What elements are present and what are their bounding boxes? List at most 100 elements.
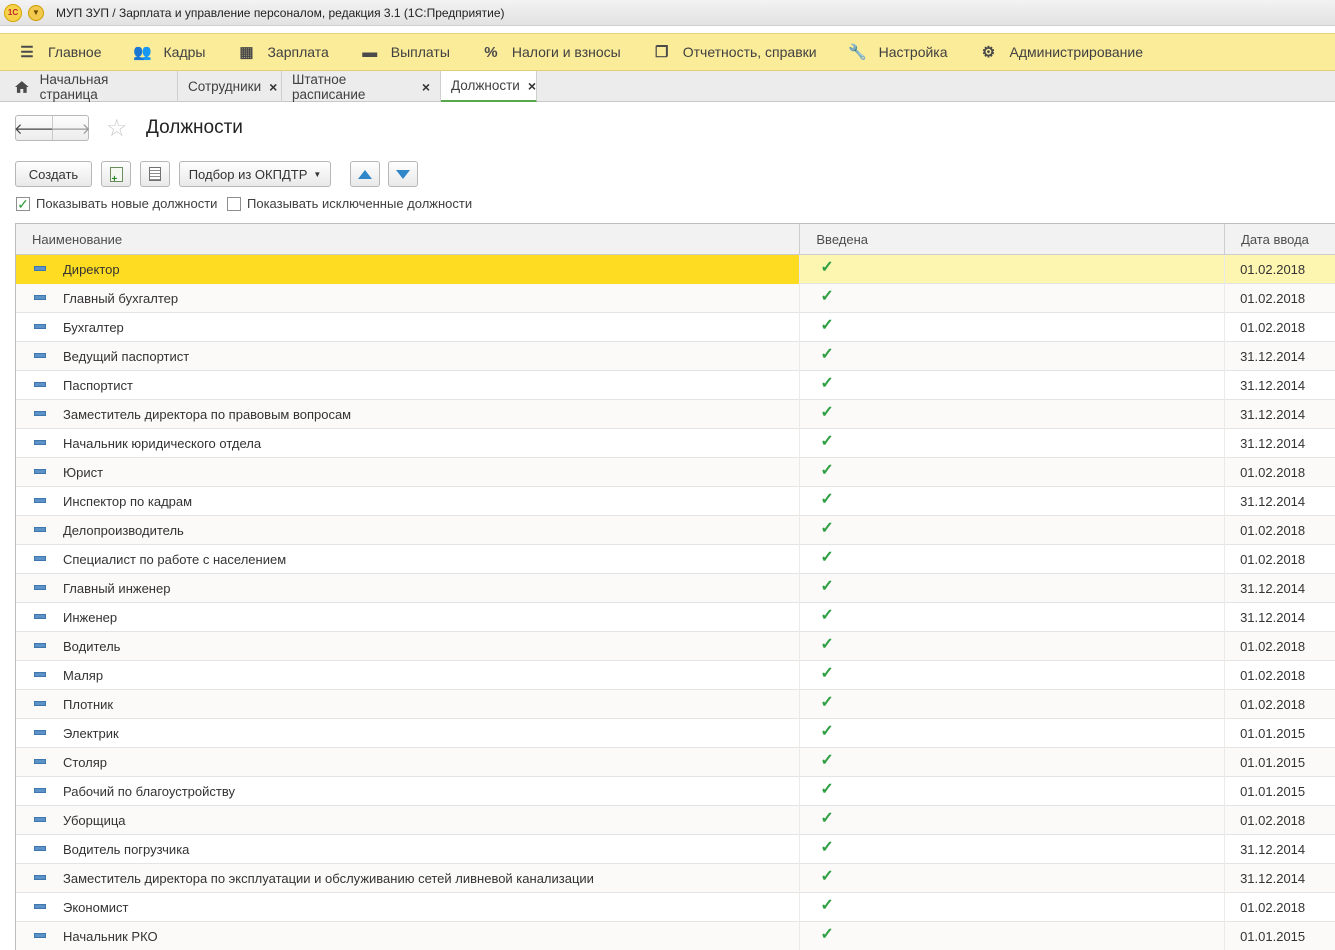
position-item-icon <box>34 526 46 532</box>
back-arrow-icon[interactable]: 🡐 <box>14 116 54 140</box>
table-row[interactable]: Экономист ✓ 01.02.2018 <box>16 893 1335 922</box>
table-row[interactable]: Инженер ✓ 31.12.2014 <box>16 603 1335 632</box>
table-row[interactable]: Плотник ✓ 01.02.2018 <box>16 690 1335 719</box>
table-row[interactable]: Маляр ✓ 01.02.2018 <box>16 661 1335 690</box>
table-row[interactable]: Главный бухгалтер ✓ 01.02.2018 <box>16 284 1335 313</box>
move-up-button[interactable] <box>350 161 380 187</box>
show-new-positions-checkbox[interactable]: ✓ Показывать новые должности <box>16 196 217 211</box>
copy-button[interactable] <box>101 161 131 187</box>
cell-name: Главный бухгалтер <box>16 284 801 313</box>
cell-introduced: ✓ <box>800 255 1226 284</box>
checkmark-icon: ✓ <box>820 664 834 682</box>
cell-date: 01.02.2018 <box>1240 639 1306 654</box>
table-row[interactable]: Главный инженер ✓ 31.12.2014 <box>16 574 1335 603</box>
pick-button-label: Подбор из ОКПДТР <box>188 166 308 182</box>
list-settings-button[interactable] <box>140 161 170 187</box>
tab-home[interactable]: Начальная страница <box>0 71 178 102</box>
cell-introduced: ✓ <box>800 313 1226 342</box>
app-logo-icon[interactable]: 1С <box>4 3 22 22</box>
table-row[interactable]: Паспортист ✓ 31.12.2014 <box>16 371 1335 400</box>
cell-date: 01.01.2015 <box>1240 929 1306 944</box>
checkmark-icon: ✓ <box>820 374 834 392</box>
close-icon[interactable]: × <box>269 79 277 95</box>
table-row[interactable]: Юрист ✓ 01.02.2018 <box>16 458 1335 487</box>
position-name: Главный бухгалтер <box>63 291 179 306</box>
table-row[interactable]: Водитель ✓ 01.02.2018 <box>16 632 1335 661</box>
cell-name: Заместитель директора по правовым вопрос… <box>16 400 801 429</box>
tab-staffing[interactable]: Штатное расписание × <box>282 71 441 102</box>
table-row[interactable]: Начальник РКО ✓ 01.01.2015 <box>16 922 1335 950</box>
cell-introduced: ✓ <box>800 574 1226 603</box>
main-menu-dropdown-icon[interactable]: ▼ <box>28 4 44 21</box>
table-row[interactable]: Директор ✓ 01.02.2018 <box>16 255 1335 284</box>
cell-name: Начальник РКО <box>16 922 801 950</box>
tab-positions[interactable]: Должности × <box>441 71 537 102</box>
position-item-icon <box>34 845 46 851</box>
section-taxes[interactable]: % Налоги и взносы <box>482 44 621 61</box>
checkmark-icon: ✓ <box>820 461 834 479</box>
checkbox-unchecked-icon[interactable] <box>227 196 241 211</box>
section-reports[interactable]: ❐ Отчетность, справки <box>653 44 817 61</box>
cell-introduced: ✓ <box>800 603 1226 632</box>
create-button[interactable]: Создать <box>15 161 92 187</box>
table-row[interactable]: Рабочий по благоустройству ✓ 01.01.2015 <box>16 777 1335 806</box>
cell-introduced: ✓ <box>800 400 1226 429</box>
cell-name: Водитель <box>16 632 801 661</box>
position-name: Специалист по работе с населением <box>63 552 287 567</box>
cell-name: Инженер <box>16 603 801 632</box>
cell-date: 01.02.2018 <box>1240 697 1306 712</box>
cell-name: Столяр <box>16 748 801 777</box>
cell-name: Делопроизводитель <box>16 516 801 545</box>
cell-date: 31.12.2014 <box>1240 378 1306 393</box>
section-hr[interactable]: 👥 Кадры <box>133 44 205 61</box>
close-icon[interactable]: × <box>528 78 536 94</box>
section-settings[interactable]: 🔧 Настройка <box>848 44 947 61</box>
cell-date: 31.12.2014 <box>1240 842 1306 857</box>
tab-employees[interactable]: Сотрудники × <box>178 71 282 102</box>
forward-arrow-icon[interactable]: 🡒 <box>50 116 91 140</box>
table-row[interactable]: Начальник юридического отдела ✓ 31.12.2014 <box>16 429 1335 458</box>
checkbox-checked-icon[interactable]: ✓ <box>16 196 30 211</box>
section-administration[interactable]: ⚙ Администрирование <box>980 44 1143 61</box>
column-header-date[interactable]: Дата ввода <box>1225 224 1335 255</box>
cell-name: Директор <box>16 255 801 284</box>
table-row[interactable]: Водитель погрузчика ✓ 31.12.2014 <box>16 835 1335 864</box>
section-label: Выплаты <box>390 44 450 60</box>
section-main[interactable]: ☰ Главное <box>18 44 101 61</box>
favorite-star-icon[interactable]: ☆ <box>106 114 128 143</box>
position-name: Инспектор по кадрам <box>63 494 193 509</box>
position-name: Директор <box>63 262 120 277</box>
table-row[interactable]: Делопроизводитель ✓ 01.02.2018 <box>16 516 1335 545</box>
cell-date: 01.02.2018 <box>1240 291 1306 306</box>
cell-date: 31.12.2014 <box>1240 407 1306 422</box>
table-body: Директор ✓ 01.02.2018 Главный бухгалтер ✓ 01.… <box>16 255 1335 950</box>
checkmark-icon: ✓ <box>820 838 834 856</box>
column-header-introduced[interactable]: Введена <box>800 224 1226 255</box>
position-name: Делопроизводитель <box>63 523 184 538</box>
section-payments[interactable]: ▬ Выплаты <box>361 44 450 61</box>
position-name: Начальник РКО <box>63 929 158 944</box>
show-excluded-positions-checkbox[interactable]: Показывать исключенные должности <box>227 196 472 211</box>
checkmark-icon: ✓ <box>820 432 834 450</box>
cell-introduced: ✓ <box>800 864 1226 893</box>
table-row[interactable]: Уборщица ✓ 01.02.2018 <box>16 806 1335 835</box>
table-row[interactable]: Электрик ✓ 01.01.2015 <box>16 719 1335 748</box>
table-row[interactable]: Бухгалтер ✓ 01.02.2018 <box>16 313 1335 342</box>
position-name: Столяр <box>63 755 107 770</box>
position-name: Ведущий паспортист <box>63 349 190 364</box>
table-row[interactable]: Заместитель директора по эксплуатации и … <box>16 864 1335 893</box>
position-item-icon <box>34 468 46 474</box>
close-icon[interactable]: × <box>422 79 430 95</box>
list-icon <box>149 167 161 181</box>
table-row[interactable]: Специалист по работе с населением ✓ 01.02.… <box>16 545 1335 574</box>
move-down-button[interactable] <box>388 161 418 187</box>
table-row[interactable]: Ведущий паспортист ✓ 31.12.2014 <box>16 342 1335 371</box>
pick-from-okpdtr-button[interactable]: Подбор из ОКПДТР ▼ <box>179 161 331 187</box>
column-header-name[interactable]: Наименование <box>16 224 801 255</box>
table-row[interactable]: Заместитель директора по правовым вопрос… <box>16 400 1335 429</box>
cell-introduced: ✓ <box>800 777 1226 806</box>
table-row[interactable]: Столяр ✓ 01.01.2015 <box>16 748 1335 777</box>
section-salary[interactable]: ▦ Зарплата <box>237 44 328 61</box>
position-name: Уборщица <box>63 813 126 828</box>
table-row[interactable]: Инспектор по кадрам ✓ 31.12.2014 <box>16 487 1335 516</box>
